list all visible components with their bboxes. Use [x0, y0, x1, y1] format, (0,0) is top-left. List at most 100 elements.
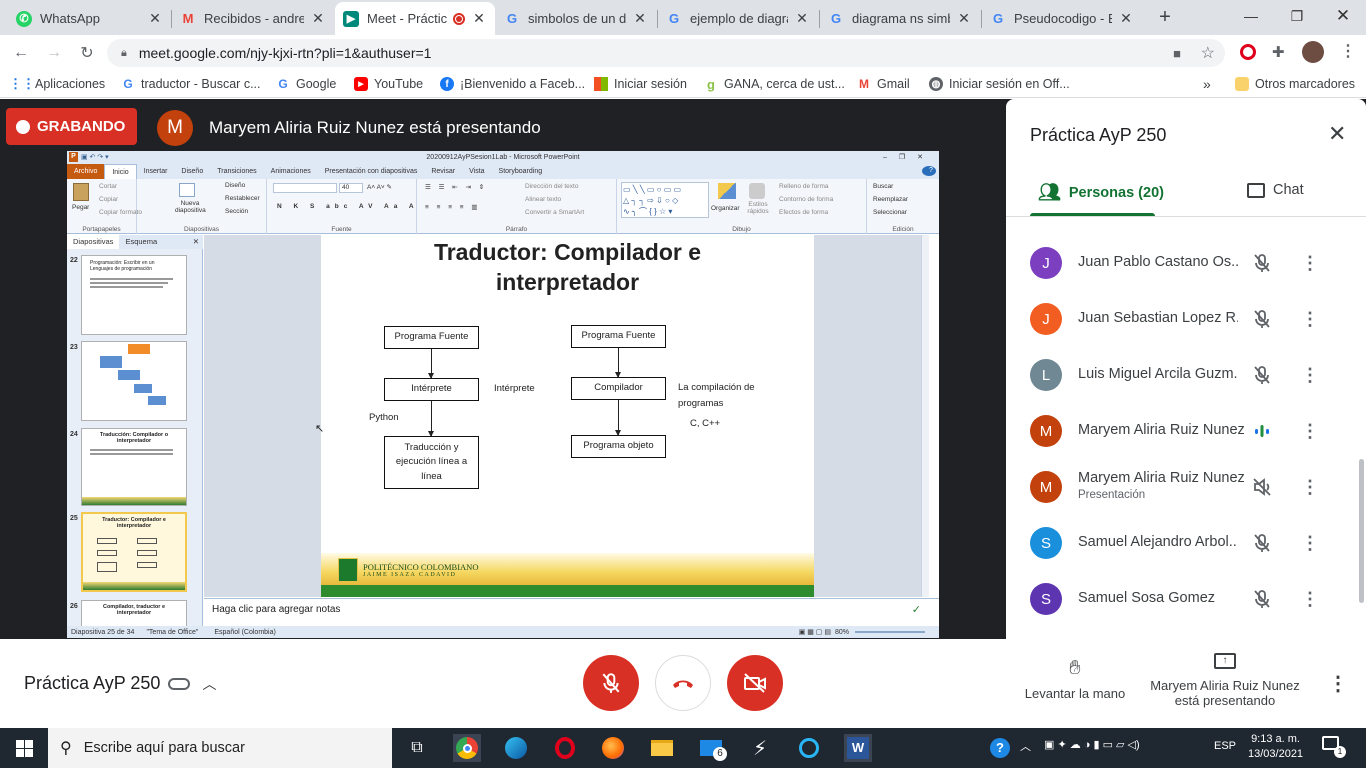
firefox-taskbar-icon[interactable]	[599, 734, 627, 762]
participant-row[interactable]: L Luis Miguel Arcila Guzm... ⋮	[1006, 347, 1366, 403]
more-options-icon[interactable]: ⋮	[1300, 531, 1320, 555]
ppt-tab-transiciones[interactable]: Transiciones	[210, 168, 263, 175]
back-button[interactable]: ←	[10, 42, 32, 64]
chrome-menu-icon[interactable]: ⋮	[1340, 41, 1356, 61]
select-button[interactable]: Seleccionar	[873, 209, 907, 216]
forward-button[interactable]: →	[43, 42, 65, 64]
edge-taskbar-icon[interactable]	[502, 734, 530, 762]
file-explorer-taskbar-icon[interactable]	[648, 734, 676, 762]
close-icon[interactable]: ✕	[471, 10, 487, 27]
raise-hand-button[interactable]: ✋︎ Levantar la mano	[1014, 657, 1136, 701]
opera-taskbar-icon[interactable]	[551, 734, 579, 762]
close-icon[interactable]: ✕	[794, 10, 810, 27]
tab-google-4[interactable]: G Pseudocodigo - Bu ✕	[982, 2, 1142, 35]
ppt-tab-inicio[interactable]: Inicio	[104, 164, 137, 179]
bookmark-traductor[interactable]: Gtraductor - Buscar c...	[121, 75, 260, 93]
zoom-slider[interactable]	[855, 631, 925, 633]
slide-thumb-25-selected[interactable]: Traductor: Compilador e interpretador	[81, 512, 187, 592]
quick-styles-button[interactable]: Estilos rápidos	[745, 201, 771, 215]
smartart-button[interactable]: Convertir a SmartArt	[525, 209, 584, 216]
text-direction-button[interactable]: Dirección del texto	[525, 183, 578, 190]
close-icon[interactable]: ✕	[632, 10, 648, 27]
layout-button[interactable]: Diseño	[225, 182, 245, 189]
tab-whatsapp[interactable]: ✆ WhatsApp ✕	[8, 2, 171, 35]
pane-tab-esquema[interactable]: Esquema	[119, 235, 163, 249]
ppt-tab-revisar[interactable]: Revisar	[424, 168, 462, 175]
align-icons[interactable]: ≡ ≡ ≡ ≡ ▥	[425, 203, 481, 211]
participant-row[interactable]: S Samuel Alejandro Arbol... ⋮	[1006, 515, 1366, 571]
close-icon[interactable]: ✕	[310, 10, 326, 27]
maximize-button[interactable]: ❐	[1274, 0, 1320, 32]
mail-taskbar-icon[interactable]: 6	[697, 734, 727, 762]
replace-button[interactable]: Reemplazar	[873, 196, 908, 203]
bookmark-gana[interactable]: g GANA, cerca de ust...	[704, 75, 845, 93]
more-options-icon[interactable]: ⋮	[1300, 587, 1320, 611]
ubisoft-taskbar-icon[interactable]: ⚡︎	[746, 734, 774, 762]
vertical-scrollbar[interactable]	[921, 235, 929, 597]
more-options-icon[interactable]: ⋮	[1300, 363, 1320, 387]
shapes-gallery[interactable]: ▭ ╲ ╲ ▭ ○ ▭ ▭ △ ┐ ┐ ⇨ ⇩ ○ ◇ ∿ ╮ ⌒ { } ☆ ▾	[621, 182, 709, 218]
view-buttons[interactable]: ▣ ▦ ▢ ▤	[799, 628, 831, 636]
cut-button[interactable]: Cortar	[99, 183, 117, 190]
bookmark-gmail[interactable]: M Gmail	[857, 75, 910, 93]
ppt-tab-animaciones[interactable]: Animaciones	[264, 168, 318, 175]
participant-row[interactable]: M Maryem Aliria Ruiz Nunez Presentación …	[1006, 459, 1366, 515]
tray-chevron-icon[interactable]: ︿	[1020, 738, 1031, 754]
other-bookmarks[interactable]: Otros marcadores	[1235, 75, 1355, 93]
star-icon[interactable]: ☆	[1201, 43, 1215, 63]
section-button[interactable]: Sección	[225, 208, 248, 215]
leave-call-button[interactable]	[655, 655, 711, 711]
tab-google-1[interactable]: G simbolos de un di ✕	[496, 2, 656, 35]
panel-scrollbar[interactable]	[1359, 459, 1364, 603]
tray-icons[interactable]: ▣ ✦ ☁ ◑ ▮ ▭ ▱ ◁)	[1044, 738, 1140, 751]
shape-effects-button[interactable]: Efectos de forma	[779, 209, 828, 216]
format-painter-button[interactable]: Copiar formato	[99, 209, 142, 216]
ppt-tab-presentacion[interactable]: Presentación con diapositivas	[318, 168, 425, 175]
more-options-icon[interactable]: ⋮	[1300, 419, 1320, 443]
ppt-tab-diseno[interactable]: Diseño	[174, 168, 210, 175]
minimize-button[interactable]: —	[1228, 0, 1274, 32]
cortana-taskbar-icon[interactable]	[795, 734, 823, 762]
reload-button[interactable]: ↻	[76, 42, 98, 64]
more-options-icon[interactable]: ⋮	[1300, 251, 1320, 275]
current-slide[interactable]: Traductor: Compilador e interpretador Pr…	[321, 235, 814, 597]
shape-fill-button[interactable]: Relleno de forma	[779, 183, 829, 190]
pane-tab-diapositivas[interactable]: Diapositivas	[67, 235, 120, 249]
slide-thumb-22[interactable]: Programación: Escribir en un Lenguajes d…	[81, 255, 187, 335]
participant-row[interactable]: M Maryem Aliria Ruiz Nunez ⋮	[1006, 403, 1366, 459]
mic-toggle-button[interactable]	[583, 655, 639, 711]
ppt-tab-archivo[interactable]: Archivo	[67, 164, 105, 179]
window-close-button[interactable]: ✕	[1320, 0, 1366, 32]
tab-gmail[interactable]: M Recibidos - andres ✕	[172, 2, 334, 35]
participant-row[interactable]: J Juan Pablo Castano Os... ⋮	[1006, 235, 1366, 291]
close-panel-icon[interactable]: ✕	[1328, 121, 1346, 147]
bookmark-google[interactable]: G Google	[276, 75, 336, 93]
bookmark-iniciar-sesion[interactable]: Iniciar sesión	[594, 75, 687, 93]
ppt-tab-insertar[interactable]: Insertar	[137, 168, 175, 175]
presenting-button[interactable]: ↑ Maryem Aliria Ruiz Nunez está presenta…	[1142, 653, 1308, 708]
bookmark-apps[interactable]: ⋮⋮ Aplicaciones	[9, 75, 105, 93]
address-bar[interactable]: 🔒︎ meet.google.com/njy-kjxi-rtn?pli=1&au…	[107, 39, 1225, 67]
close-icon[interactable]: ✕	[147, 10, 163, 27]
profile-avatar[interactable]	[1302, 41, 1324, 63]
bookmark-facebook[interactable]: f ¡Bienvenido a Faceb...	[440, 75, 585, 93]
more-options-icon[interactable]: ⋮	[1328, 671, 1348, 696]
tab-chat[interactable]: Chat	[1247, 182, 1304, 198]
tab-people[interactable]: 👥︎ Personas (20)	[1038, 182, 1164, 203]
tab-meet[interactable]: ▶ Meet - Práctic ✕	[335, 2, 495, 35]
font-grow-icon[interactable]: A˄ A˅ ✎	[367, 183, 392, 191]
new-slide-button[interactable]: Nueva diapositiva	[175, 200, 206, 214]
meeting-details[interactable]: Práctica AyP 250 ︿	[24, 673, 216, 694]
slide-thumb-24[interactable]: Traducción: Compilador o interpretador	[81, 428, 187, 506]
word-taskbar-icon[interactable]: W	[844, 734, 872, 762]
camera-toggle-button[interactable]	[727, 655, 783, 711]
font-format-icons[interactable]: N K S abc AV Aa A	[277, 203, 419, 210]
bookmarks-overflow[interactable]: »	[1203, 75, 1211, 93]
clock[interactable]: 9:13 a. m. 13/03/2021	[1248, 732, 1303, 762]
more-options-icon[interactable]: ⋮	[1300, 475, 1320, 499]
align-text-button[interactable]: Alinear texto	[525, 196, 561, 203]
help-tray-icon[interactable]: ?	[986, 734, 1014, 762]
list-icons[interactable]: ☰ ☰ ⇤ ⇥ ⇕	[425, 183, 487, 191]
chevron-up-icon[interactable]: ︿	[202, 674, 216, 694]
windows-start-icon[interactable]	[10, 734, 38, 762]
